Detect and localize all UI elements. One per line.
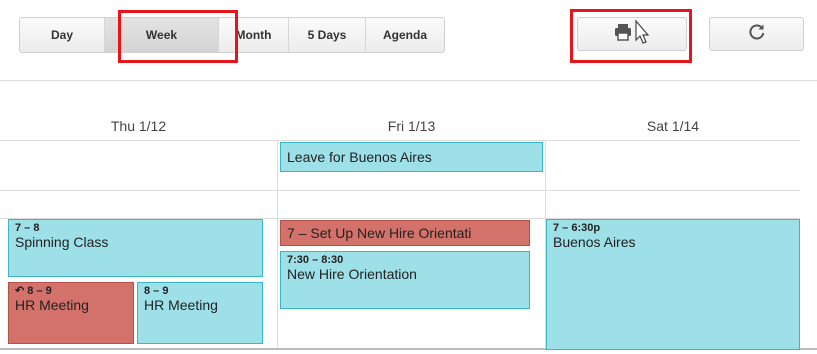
day-view-button[interactable]: Day [20,18,105,52]
print-highlight-box [570,9,692,63]
five-days-view-button[interactable]: 5 Days [289,18,366,52]
event-buenos-aires[interactable]: 7 – 6:30p Buenos Aires [546,219,800,350]
event-title: HR Meeting [15,297,89,313]
event-title: Leave for Buenos Aires [287,149,432,165]
event-time-row: ↶ 8 – 9 [15,285,127,297]
day-header-sat[interactable]: Sat 1/14 [546,118,800,134]
event-spinning-class[interactable]: 7 – 8 Spinning Class [8,219,263,277]
all-day-event[interactable]: Leave for Buenos Aires [280,142,543,172]
refresh-icon [748,23,766,46]
event-time: 8 – 9 [27,285,52,297]
refresh-button[interactable] [709,17,804,51]
calendar-toolbar: Day Week Month 5 Days Agenda [0,0,817,80]
event-hr-meeting[interactable]: 8 – 9 HR Meeting [137,282,263,344]
event-time: 8 – 9 [144,285,169,297]
event-new-hire-orientation[interactable]: 7:30 – 8:30 New Hire Orientation [280,251,530,309]
event-time: 7 – 6:30p [553,222,601,234]
header-divider [0,140,800,141]
day-header-thu[interactable]: Thu 1/12 [0,118,277,134]
day-header-fri[interactable]: Fri 1/13 [278,118,545,134]
event-time: 7:30 – 8:30 [287,254,344,266]
event-hr-meeting-declined[interactable]: ↶ 8 – 9 HR Meeting [8,282,134,344]
agenda-view-button[interactable]: Agenda [366,18,444,52]
event-set-up-orientation[interactable]: 7 – Set Up New Hire Orientati [280,220,530,246]
event-title: HR Meeting [144,297,218,313]
event-title: 7 – Set Up New Hire Orientati [287,225,472,241]
event-title: Buenos Aires [553,234,636,250]
reply-icon: ↶ [15,285,25,297]
toolbar-divider [0,80,817,81]
allday-divider [0,190,800,191]
event-time: 7 – 8 [15,222,40,234]
day-divider [277,140,278,350]
week-highlight-box [118,10,238,63]
event-title: Spinning Class [15,234,109,250]
event-title: New Hire Orientation [287,266,417,282]
